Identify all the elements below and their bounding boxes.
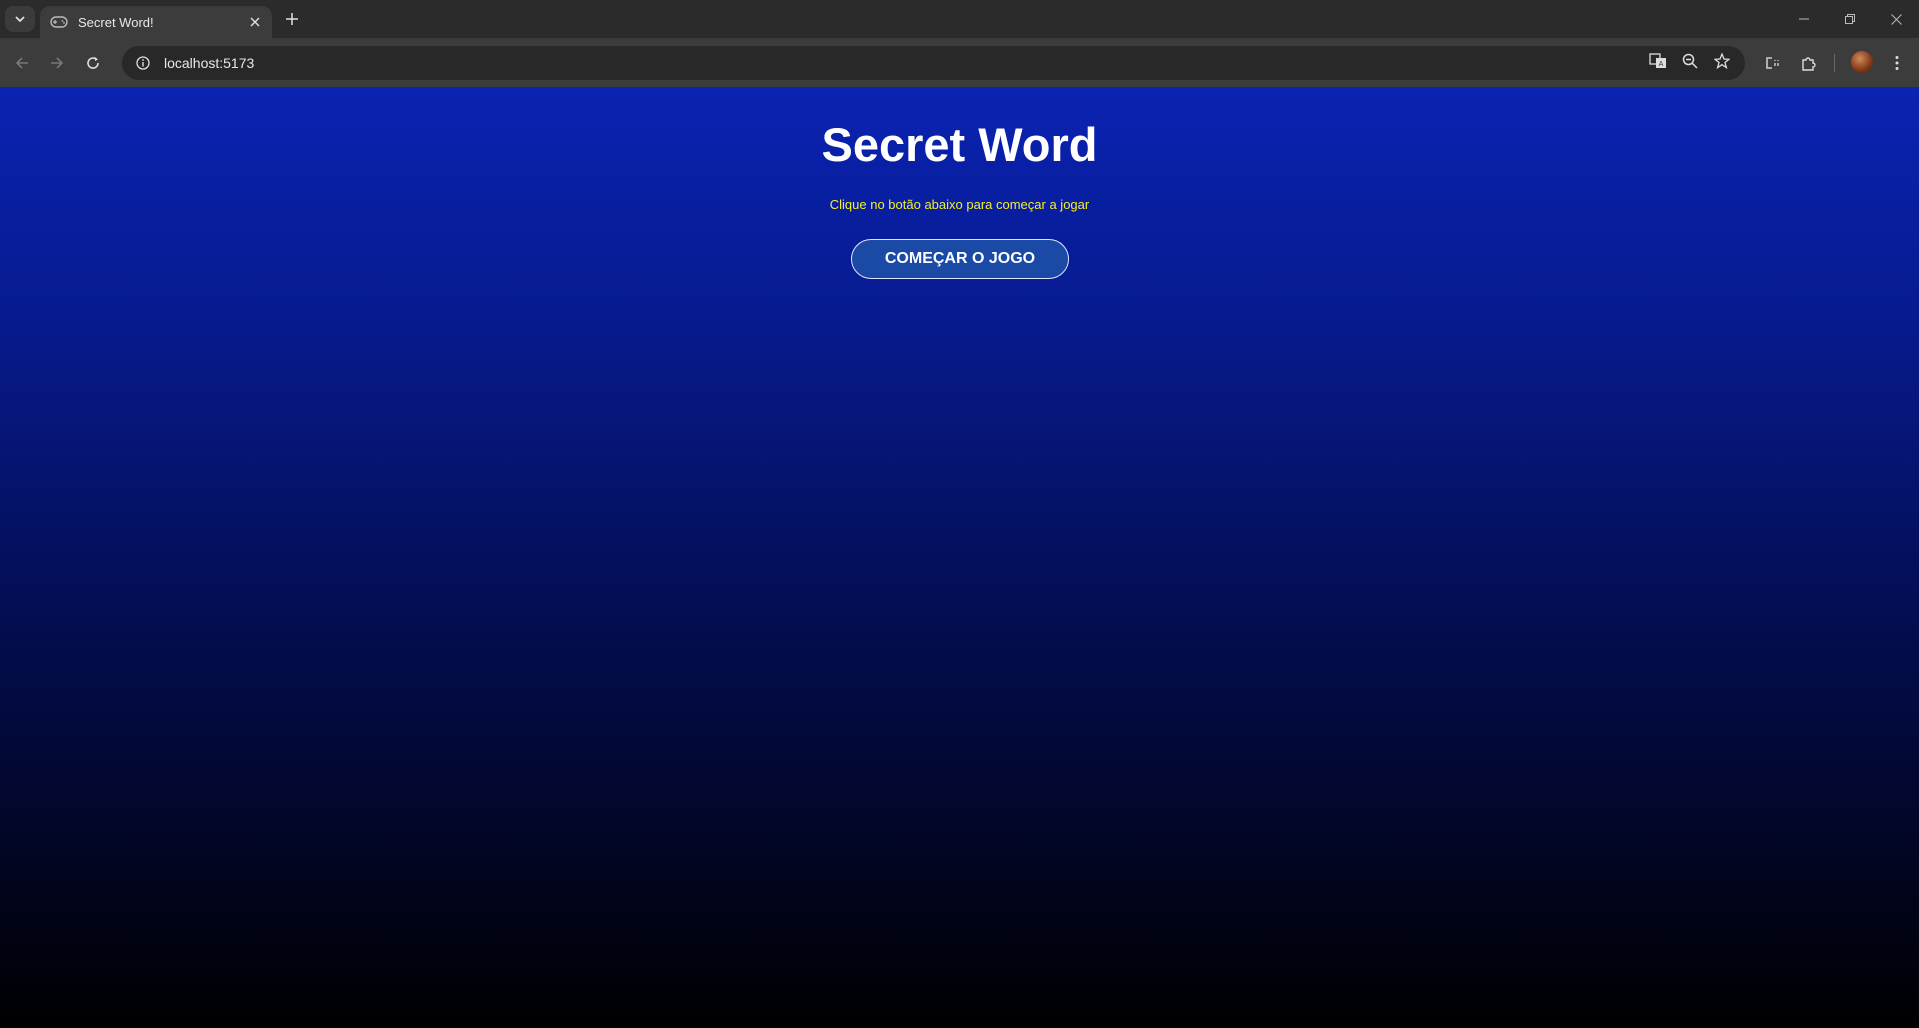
restore-icon[interactable] <box>1827 0 1873 38</box>
close-window-icon[interactable] <box>1873 0 1919 38</box>
extension-c-icon[interactable] <box>1757 48 1787 78</box>
tab-search-button[interactable] <box>5 6 35 32</box>
bookmark-star-icon[interactable] <box>1707 46 1737 76</box>
page-title: Secret Word <box>821 118 1098 171</box>
close-tab-icon[interactable] <box>246 13 264 31</box>
minimize-icon[interactable] <box>1781 0 1827 38</box>
profile-avatar[interactable] <box>1851 51 1873 73</box>
back-icon[interactable] <box>9 50 35 76</box>
page-subtitle: Clique no botão abaixo para começar a jo… <box>829 197 1090 212</box>
menu-kebab-icon[interactable] <box>1882 48 1912 78</box>
extensions-puzzle-icon[interactable] <box>1794 48 1824 78</box>
browser-tab-bar: Secret Word! <box>0 0 1919 38</box>
page-viewport: Secret Word Clique no botão abaixo para … <box>0 87 1919 1028</box>
new-tab-icon[interactable] <box>281 8 303 30</box>
browser-toolbar: localhost:5173 A <box>0 38 1919 87</box>
forward-icon[interactable] <box>44 50 70 76</box>
browser-tab[interactable]: Secret Word! <box>40 6 272 38</box>
reload-icon[interactable] <box>80 50 106 76</box>
translate-icon[interactable]: A <box>1643 46 1673 76</box>
zoom-out-icon[interactable] <box>1675 46 1705 76</box>
toolbar-separator <box>1834 54 1835 72</box>
tab-title: Secret Word! <box>78 14 154 30</box>
chevron-down-icon <box>15 16 25 23</box>
address-bar[interactable]: localhost:5173 <box>122 46 1745 80</box>
site-info-icon[interactable] <box>126 46 160 80</box>
start-game-button[interactable]: COMEÇAR O JOGO <box>851 239 1069 279</box>
svg-text:A: A <box>1659 61 1664 68</box>
url-text: localhost:5173 <box>164 55 255 71</box>
gamepad-icon <box>50 15 68 29</box>
